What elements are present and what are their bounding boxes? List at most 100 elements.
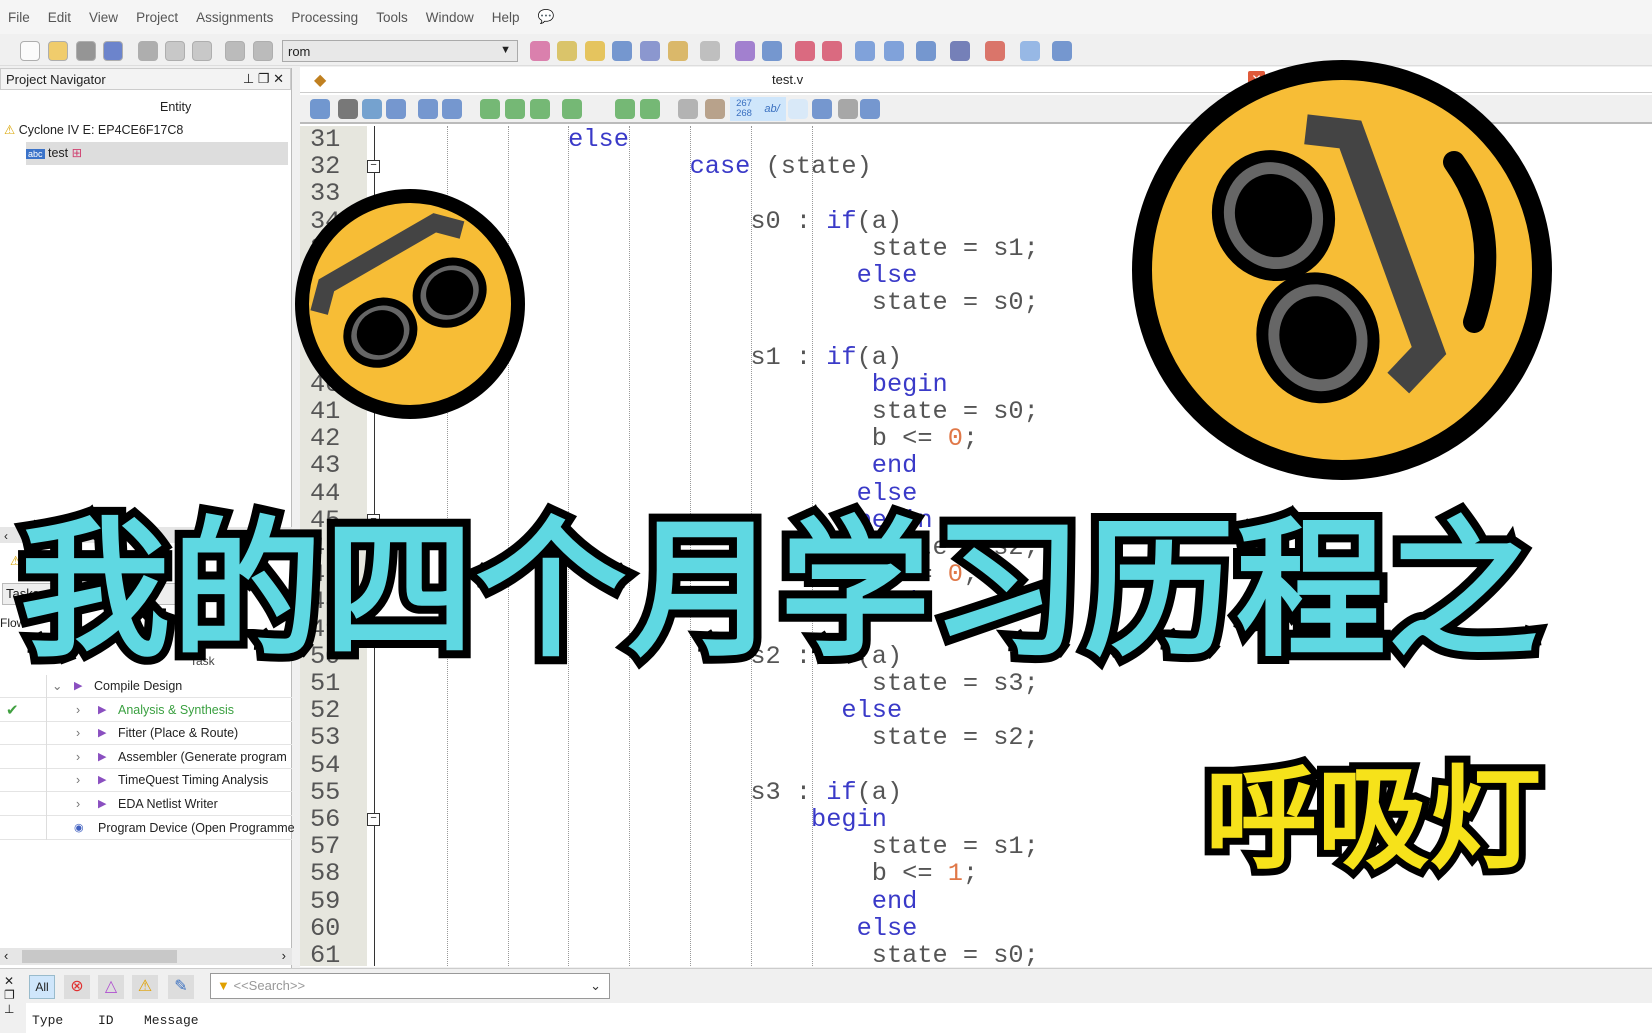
toolbar-icon[interactable] <box>103 41 123 61</box>
toolbar-icon[interactable] <box>585 41 605 61</box>
play-icon[interactable]: ▶ <box>98 769 106 792</box>
menu-edit[interactable]: Edit <box>48 10 71 25</box>
device-row[interactable]: ⚠ Cyclone IV E: EP4CE6F17C8 <box>4 119 183 142</box>
chevron-right-icon[interactable]: › <box>76 722 80 745</box>
task-row[interactable]: ◉ Program Device (Open Programme <box>0 817 295 840</box>
editor-toolbar-icon[interactable] <box>838 99 858 119</box>
pin-icon[interactable]: ⊥ <box>243 71 254 86</box>
task-row[interactable]: › ▶ TimeQuest Timing Analysis <box>0 769 292 793</box>
scroll-thumb[interactable] <box>22 950 177 963</box>
messages-panel-controls[interactable]: ✕ ❐ ⊥ <box>4 974 15 1016</box>
chevron-down-icon[interactable]: ⌄ <box>590 978 601 994</box>
editor-toolbar-icon[interactable] <box>788 99 808 119</box>
play-icon[interactable]: ▶ <box>98 699 106 722</box>
editor-toolbar-icon[interactable] <box>442 99 462 119</box>
editor-toolbar-icon[interactable] <box>362 99 382 119</box>
toolbar-icon[interactable] <box>76 41 96 61</box>
code-token: b <= <box>386 859 948 889</box>
entity-row[interactable]: abc test ⊞ <box>26 142 288 165</box>
toolbar-icon[interactable] <box>253 41 273 61</box>
toolbar-icon[interactable] <box>20 41 40 61</box>
task-hscrollbar[interactable]: ‹ › <box>0 948 292 965</box>
filter-all-button[interactable]: All <box>29 975 55 999</box>
editor-tab-title[interactable]: test.v <box>772 72 803 87</box>
toolbar-icon[interactable] <box>795 41 815 61</box>
task-row[interactable]: › ▶ EDA Netlist Writer <box>0 793 292 816</box>
filter-critical-warning-button[interactable]: △ <box>98 975 124 999</box>
menu-tools[interactable]: Tools <box>376 10 408 25</box>
restore-icon[interactable]: ❐ <box>258 71 270 86</box>
close-icon[interactable]: ✕ <box>273 71 284 86</box>
task-row[interactable]: › ▶ Assembler (Generate program <box>0 746 292 769</box>
editor-toolbar-icon[interactable] <box>338 99 358 119</box>
toolbar-icon[interactable] <box>855 41 875 61</box>
toolbar-icon[interactable] <box>950 41 970 61</box>
fold-toggle-icon[interactable]: − <box>367 813 380 826</box>
editor-toolbar-icon[interactable] <box>678 99 698 119</box>
line-text: b <= 0; <box>386 425 978 452</box>
line-numbers-toggle-button[interactable]: 267 268 <box>730 97 758 121</box>
menu-file[interactable]: File <box>8 10 30 25</box>
keyword-token: end <box>386 451 918 481</box>
toolbar-icon[interactable] <box>138 41 158 61</box>
toolbar-icon[interactable] <box>822 41 842 61</box>
chevron-right-icon[interactable]: › <box>76 793 80 816</box>
toolbar-icon[interactable] <box>640 41 660 61</box>
toolbar-icon[interactable] <box>530 41 550 61</box>
toolbar-icon[interactable] <box>700 41 720 61</box>
message-search-input[interactable]: ▼ <<Search>> ⌄ <box>210 973 610 999</box>
toolbar-icon[interactable] <box>48 41 68 61</box>
toolbar-icon[interactable] <box>668 41 688 61</box>
toolbar-icon[interactable] <box>884 41 904 61</box>
filter-error-button[interactable]: ⊗ <box>64 975 90 999</box>
play-icon[interactable]: ▶ <box>98 722 106 745</box>
project-navigator-title: Project Navigator <box>6 72 106 87</box>
play-icon[interactable]: ▶ <box>98 793 106 816</box>
programmer-icon[interactable]: ◉ <box>74 817 84 840</box>
chevron-right-icon[interactable]: › <box>76 769 80 792</box>
editor-toolbar-icon[interactable] <box>860 99 880 119</box>
toolbar-icon[interactable] <box>165 41 185 61</box>
editor-toolbar-icon[interactable] <box>705 99 725 119</box>
toolbar-icon[interactable] <box>1052 41 1072 61</box>
line-text: else <box>386 915 918 942</box>
chevron-right-icon[interactable]: › <box>76 699 80 722</box>
toolbar-icon[interactable] <box>735 41 755 61</box>
toolbar-icon[interactable] <box>192 41 212 61</box>
menu-project[interactable]: Project <box>136 10 178 25</box>
toolbar-icon[interactable] <box>612 41 632 61</box>
editor-toolbar-icon[interactable] <box>812 99 832 119</box>
editor-toolbar-icon[interactable] <box>615 99 635 119</box>
revision-combo[interactable]: rom ▼ <box>282 40 518 62</box>
menu-processing[interactable]: Processing <box>291 10 358 25</box>
task-row[interactable]: ✔ › ▶ Analysis & Synthesis <box>0 699 292 722</box>
task-row[interactable]: › ▶ Fitter (Place & Route) <box>0 722 292 746</box>
filter-warning-button[interactable]: ⚠ <box>132 975 158 999</box>
toolbar-icon[interactable] <box>985 41 1005 61</box>
editor-toolbar-icon[interactable] <box>640 99 660 119</box>
entity-label: test <box>48 146 69 160</box>
fold-toggle-icon[interactable]: − <box>367 160 380 174</box>
editor-toolbar-icon[interactable] <box>418 99 438 119</box>
editor-toolbar-icon[interactable] <box>530 99 550 119</box>
menu-assignments[interactable]: Assignments <box>196 10 273 25</box>
editor-toolbar-icon[interactable] <box>505 99 525 119</box>
play-icon[interactable]: ▶ <box>98 746 106 769</box>
toolbar-icon[interactable] <box>916 41 936 61</box>
feedback-icon[interactable]: 💬 <box>537 9 554 25</box>
editor-toolbar-icon[interactable] <box>310 99 330 119</box>
filter-info-button[interactable]: ✎ <box>168 975 194 999</box>
editor-toolbar-icon[interactable] <box>562 99 582 119</box>
chevron-right-icon[interactable]: › <box>76 746 80 769</box>
toolbar-icon[interactable] <box>557 41 577 61</box>
code-token: ; <box>962 859 979 889</box>
menu-help[interactable]: Help <box>492 10 520 25</box>
menu-view[interactable]: View <box>89 10 118 25</box>
spell-check-toggle-button[interactable]: ab/ <box>758 97 786 121</box>
toolbar-icon[interactable] <box>762 41 782 61</box>
toolbar-icon[interactable] <box>225 41 245 61</box>
toolbar-icon[interactable] <box>1020 41 1040 61</box>
menu-window[interactable]: Window <box>426 10 474 25</box>
editor-toolbar-icon[interactable] <box>480 99 500 119</box>
editor-toolbar-icon[interactable] <box>386 99 406 119</box>
